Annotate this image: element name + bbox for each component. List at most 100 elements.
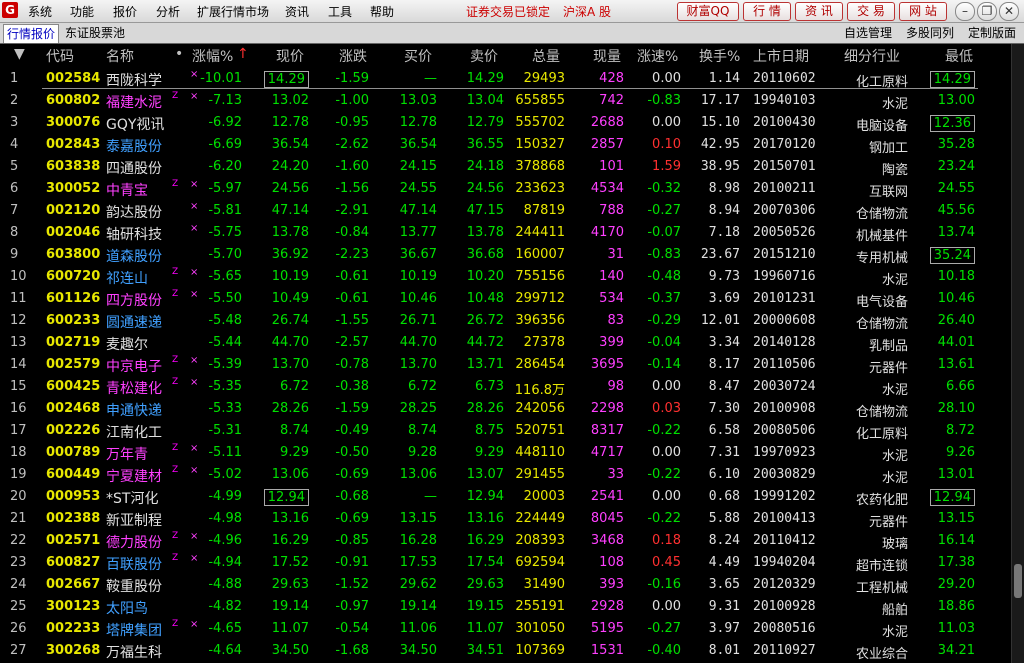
low-price: 17.38 [937,555,975,570]
bid-price: 24.15 [399,159,437,174]
col-low[interactable]: 最低 [945,46,973,66]
sort-dropdown-icon[interactable]: ▼ [14,46,25,62]
table-row[interactable]: 3 300076 GQY视讯 -6.92 12.78 -0.95 12.78 12.79 555… [0,112,1012,134]
stock-name: 圆通速递 [106,315,162,331]
col-price[interactable]: 现价 [276,46,304,66]
change-pct: -5.81 [208,203,242,218]
menu-quote[interactable]: 报价 [113,3,137,20]
app-logo-icon[interactable]: G [2,2,18,18]
table-row[interactable]: 12 600233 圆通速递 -5.48 26.74 -1.55 26.71 26.72 396… [0,310,1012,332]
menu-function[interactable]: 功能 [70,3,94,20]
table-row[interactable]: 26 002233 塔牌集团 Z -4.65 11.07 -0.54 11.06 11.07 30… [0,618,1012,640]
turnover-pct: 8.94 [708,203,740,218]
stock-name: 福建水泥 [106,95,162,111]
col-name[interactable]: 名称 [106,46,134,66]
price: 14.29 [263,71,309,88]
table-row[interactable]: 19 600449 宁夏建材 Z -5.02 13.06 -0.69 13.06 13.07 29… [0,464,1012,486]
trade-lock-status: 证券交易已锁定 [466,5,551,19]
row-index: 5 [10,159,19,174]
watchlist-manage-button[interactable]: 自选管理 [844,24,892,42]
table-row[interactable]: 20 000953 *ST河化 -4.99 12.94 -0.68 — 12.94 20003 2… [0,486,1012,508]
bid-price: 13.70 [399,357,437,372]
table-row[interactable]: 23 600827 百联股份 Z -4.94 17.52 -0.91 17.53 17.54 69… [0,552,1012,574]
tab-stock-pool[interactable]: 东证股票池 [62,24,128,42]
news-button[interactable]: 资 讯 [795,2,843,21]
restore-icon[interactable]: ❐ [977,2,997,21]
table-row[interactable]: 14 002579 中京电子 Z -5.39 13.70 -0.78 13.70 13.71 28… [0,354,1012,376]
turnover-pct: 3.97 [708,621,740,636]
col-change-pct[interactable]: 涨幅% [192,46,233,66]
bid-price: 29.62 [399,577,437,592]
col-current-vol[interactable]: 现量 [593,46,621,66]
tab-market-quotes[interactable]: 行情报价 [3,24,60,43]
close-icon[interactable]: ✕ [999,2,1019,21]
list-date: 20050526 [753,225,816,240]
col-list-date[interactable]: 上市日期 [753,46,809,66]
table-row[interactable]: 13 002719 麦趣尔 -5.44 44.70 -2.57 44.70 44.72 2737… [0,332,1012,354]
custom-layout-button[interactable]: 定制版面 [968,24,1016,42]
table-row[interactable]: 10 600720 祁连山 Z -5.65 10.19 -0.61 10.19 10.20 755… [0,266,1012,288]
website-button[interactable]: 网 站 [899,2,947,21]
table-row[interactable]: 15 600425 青松建化 Z -5.35 6.72 -0.38 6.72 6.73 116.8… [0,376,1012,398]
table-row[interactable]: 9 603800 道森股份 -5.70 36.92 -2.23 36.67 36.68 1600… [0,244,1012,266]
multi-stock-button[interactable]: 多股同列 [906,24,954,42]
ask-price: 28.26 [466,401,504,416]
col-volume[interactable]: 总量 [532,46,560,66]
col-industry[interactable]: 细分行业 [844,46,900,66]
quotes-button[interactable]: 行 情 [743,2,791,21]
row-index: 8 [10,225,19,240]
col-code[interactable]: 代码 [46,46,74,66]
vertical-scrollbar[interactable] [1011,44,1024,663]
table-header: ▼ 代码 名称 • 涨幅% ↑ 现价 涨跌 买价 卖价 总量 现量 涨速% 换手… [0,44,1012,68]
flag-mark-icon: × [190,179,199,190]
table-row[interactable]: 8 002046 轴研科技 -5.75 13.78 -0.84 13.77 13.78 2444… [0,222,1012,244]
table-row[interactable]: 18 000789 万年青 Z -5.11 9.29 -0.50 9.28 9.29 448110… [0,442,1012,464]
menu-help[interactable]: 帮助 [370,3,394,20]
table-row[interactable]: 22 002571 德力股份 Z -4.96 16.29 -0.85 16.28 16.29 20… [0,530,1012,552]
bid-price: 13.77 [399,225,437,240]
change-pct: -5.11 [208,445,242,460]
bid-price: — [424,71,437,86]
margin-trading-mark: Z [172,531,179,541]
table-row[interactable]: 11 601126 四方股份 Z -5.50 10.49 -0.61 10.46 10.48 29… [0,288,1012,310]
turnover-pct: 3.69 [708,291,740,306]
trade-button[interactable]: 交 易 [847,2,895,21]
col-turnover[interactable]: 换手% [699,46,740,66]
table-row[interactable]: 2 600802 福建水泥 Z -7.13 13.02 -1.00 13.03 13.04 655… [0,90,1012,112]
change-amount: -0.68 [335,489,369,504]
table-row[interactable]: 25 300123 太阳鸟 -4.82 19.14 -0.97 19.14 19.15 2551… [0,596,1012,618]
menu-system[interactable]: 系统 [28,3,52,20]
table-row[interactable]: 21 002388 新亚制程 -4.98 13.16 -0.69 13.15 13.16 224… [0,508,1012,530]
col-ask[interactable]: 卖价 [470,46,498,66]
menu-extended-market[interactable]: 扩展行情市场 [197,3,269,20]
col-bid[interactable]: 买价 [404,46,432,66]
wealth-qq-button[interactable]: 财富QQ [677,2,739,21]
scrollbar-thumb[interactable] [1014,564,1022,598]
table-row[interactable]: 16 002468 申通快递 -5.33 28.26 -1.59 28.25 28.26 242… [0,398,1012,420]
menu-analysis[interactable]: 分析 [156,3,180,20]
menu-tools[interactable]: 工具 [328,3,352,20]
menu-news[interactable]: 资讯 [285,3,309,20]
minimize-icon[interactable]: – [955,2,975,21]
table-row[interactable]: 17 002226 江南化工 -5.31 8.74 -0.49 8.74 8.75 520751… [0,420,1012,442]
change-pct: -5.33 [208,401,242,416]
col-speed[interactable]: 涨速% [637,46,678,66]
industry: 仓储物流 [855,207,908,222]
change-pct: -5.31 [208,423,242,438]
col-change[interactable]: 涨跌 [339,46,367,66]
table-row[interactable]: 1 002584 西陇科学 -10.01 14.29 -1.59 — 14.29 29493 42… [0,68,1012,90]
change-amount: -1.60 [335,159,369,174]
low-price: 29.20 [937,577,975,592]
table-row[interactable]: 5 603838 四通股份 -6.20 24.20 -1.60 24.15 24.18 3788… [0,156,1012,178]
ask-price: 17.54 [466,555,504,570]
table-row[interactable]: 7 002120 韵达股份 -5.81 47.14 -2.91 47.14 47.15 8781… [0,200,1012,222]
total-volume: 224449 [515,511,565,526]
turnover-pct: 3.34 [708,335,740,350]
table-row[interactable]: 4 002843 泰嘉股份 -6.69 36.54 -2.62 36.54 36.55 1503… [0,134,1012,156]
margin-trading-mark: Z [172,91,179,101]
table-row[interactable]: 24 002667 鞍重股份 -4.88 29.63 -1.52 29.62 29.63 314… [0,574,1012,596]
stock-name: 四方股份 [106,293,162,309]
total-volume: 555702 [515,115,565,130]
table-row[interactable]: 6 300052 中青宝 Z -5.97 24.56 -1.56 24.55 24.56 2336… [0,178,1012,200]
table-row[interactable]: 27 300268 万福生科 -4.64 34.50 -1.68 34.50 34.51 107… [0,640,1012,662]
